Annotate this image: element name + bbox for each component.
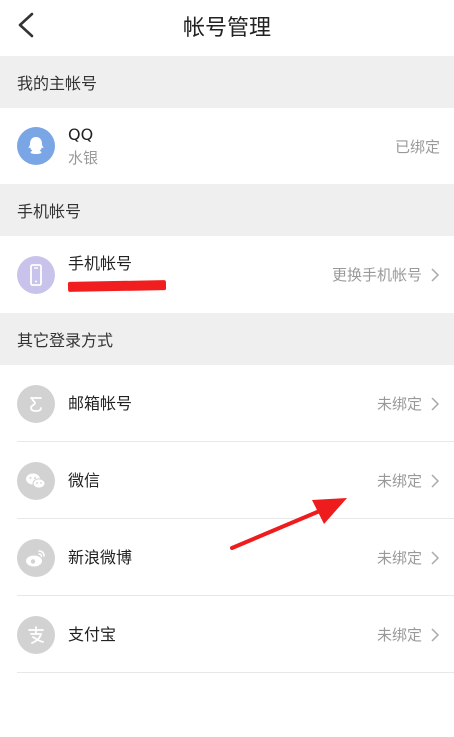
section-header-other: 其它登录方式 bbox=[0, 313, 454, 365]
email-account-row[interactable]: 邮箱帐号 未绑定 bbox=[0, 365, 454, 442]
change-phone-action[interactable]: 更换手机帐号 bbox=[332, 236, 440, 313]
page-title: 帐号管理 bbox=[182, 16, 271, 41]
chevron-right-icon bbox=[431, 473, 440, 488]
qq-icon bbox=[17, 127, 55, 165]
change-phone-label: 更换手机帐号 bbox=[331, 266, 422, 284]
section-header-primary: 我的主帐号 bbox=[0, 56, 454, 108]
email-bind-status[interactable]: 未绑定 bbox=[377, 365, 440, 442]
wechat-status-text: 未绑定 bbox=[376, 472, 422, 490]
chevron-right-icon bbox=[431, 267, 440, 282]
row-divider bbox=[17, 672, 454, 673]
alipay-status-text: 未绑定 bbox=[376, 626, 422, 644]
alipay-account-row[interactable]: 支付宝 未绑定 bbox=[0, 596, 454, 673]
email-icon bbox=[17, 384, 55, 423]
qq-nickname: 水银 bbox=[68, 149, 99, 167]
qq-status: 已绑定 bbox=[395, 108, 440, 184]
chevron-right-icon bbox=[431, 550, 440, 565]
alipay-icon bbox=[17, 615, 55, 654]
phone-account-row[interactable]: 手机帐号 更换手机帐号 bbox=[0, 236, 454, 313]
wechat-bind-status[interactable]: 未绑定 bbox=[377, 442, 440, 519]
wechat-account-row[interactable]: 微信 未绑定 bbox=[0, 442, 454, 519]
redaction-mark bbox=[67, 280, 167, 292]
wechat-icon bbox=[17, 461, 55, 500]
qq-status-text: 已绑定 bbox=[394, 137, 440, 156]
weibo-account-row[interactable]: 新浪微博 未绑定 bbox=[0, 519, 454, 596]
email-status-text: 未绑定 bbox=[376, 395, 422, 413]
phone-account-label: 手机帐号 bbox=[68, 253, 133, 273]
qq-label: QQ bbox=[68, 125, 94, 144]
alipay-account-label: 支付宝 bbox=[68, 624, 117, 644]
weibo-icon bbox=[17, 538, 55, 577]
section-header-phone: 手机帐号 bbox=[0, 184, 454, 236]
chevron-right-icon bbox=[431, 396, 440, 411]
qq-account-row: QQ 水银 已绑定 bbox=[0, 108, 454, 184]
email-account-label: 邮箱帐号 bbox=[68, 393, 133, 413]
wechat-account-label: 微信 bbox=[68, 470, 101, 490]
weibo-account-label: 新浪微博 bbox=[68, 547, 133, 567]
phone-icon bbox=[17, 255, 55, 294]
weibo-status-text: 未绑定 bbox=[376, 549, 422, 567]
header-bar: 帐号管理 bbox=[0, 0, 454, 56]
chevron-right-icon bbox=[431, 627, 440, 642]
weibo-bind-status[interactable]: 未绑定 bbox=[377, 519, 440, 596]
alipay-bind-status[interactable]: 未绑定 bbox=[377, 596, 440, 673]
